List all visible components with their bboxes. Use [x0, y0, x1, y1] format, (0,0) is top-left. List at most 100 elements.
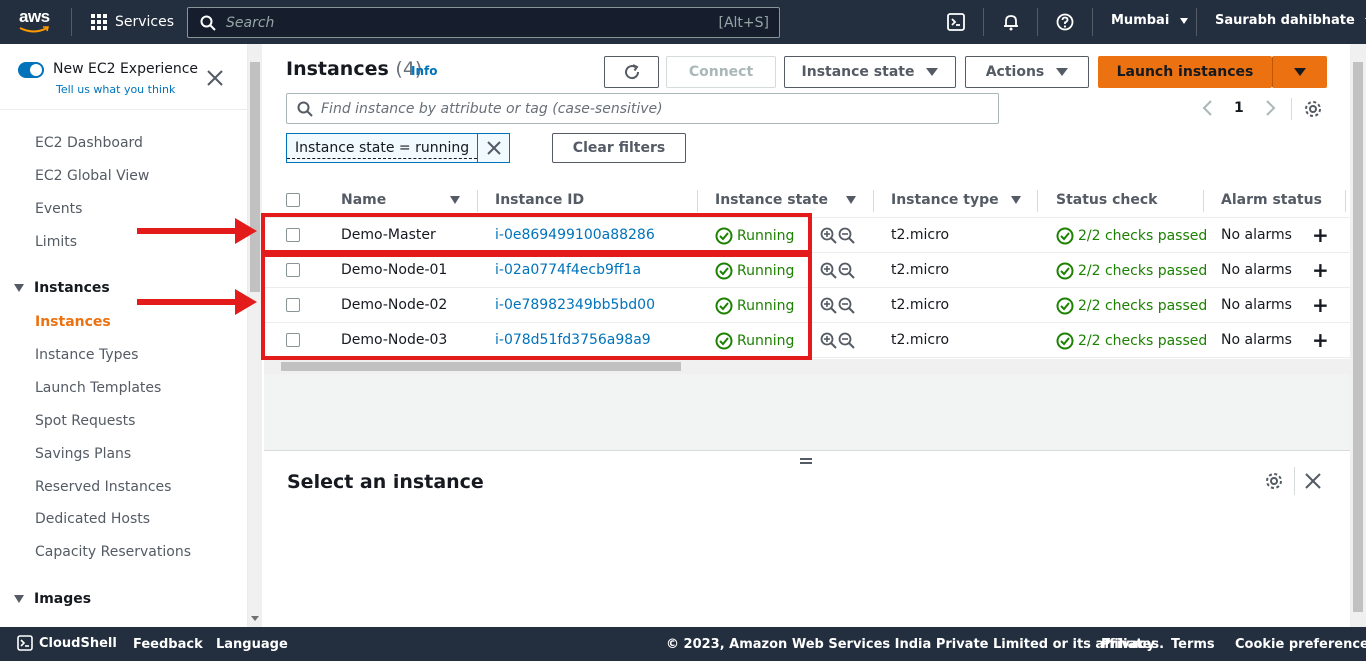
remove-filter-button[interactable]	[477, 134, 509, 162]
info-link[interactable]: Info	[411, 64, 437, 78]
select-all-checkbox[interactable]	[286, 193, 300, 207]
divider	[0, 109, 248, 110]
chevron-right-icon[interactable]	[1262, 98, 1278, 118]
scrollbar-thumb[interactable]	[1353, 62, 1363, 612]
status-check: 2/2 checks passed	[1056, 227, 1207, 245]
column-header-instance-type[interactable]: Instance type	[891, 192, 999, 208]
column-header-status-check[interactable]: Status check	[1056, 192, 1157, 208]
connect-button[interactable]: Connect	[666, 56, 776, 88]
sidebar-item-events[interactable]: Events	[35, 201, 82, 217]
launch-instances-button[interactable]: Launch instances	[1098, 56, 1272, 88]
column-header-instance-state[interactable]: Instance state	[715, 192, 828, 208]
add-alarm-icon[interactable]: +	[1312, 225, 1329, 245]
gear-icon[interactable]	[1303, 99, 1323, 119]
add-alarm-icon[interactable]: +	[1312, 260, 1329, 280]
sidebar-item-instances[interactable]: Instances	[35, 314, 111, 330]
help-icon[interactable]	[1054, 11, 1076, 33]
instance-state-label: Instance state	[801, 64, 915, 80]
language-link[interactable]: Language	[216, 637, 288, 652]
sidebar-item-limits[interactable]: Limits	[35, 234, 77, 250]
annotation-arrow-nodes	[137, 289, 257, 315]
sort-icon[interactable]	[1011, 196, 1021, 204]
zoom-out-icon[interactable]	[838, 227, 855, 244]
sidebar-item-spot-requests[interactable]: Spot Requests	[35, 413, 135, 429]
column-header-alarm-status[interactable]: Alarm status	[1221, 192, 1322, 208]
column-header-instance-id[interactable]: Instance ID	[495, 192, 584, 208]
scroll-down-icon[interactable]	[251, 616, 259, 621]
caret-down-icon	[14, 595, 24, 603]
add-alarm-icon[interactable]: +	[1312, 330, 1329, 350]
scrollbar-thumb[interactable]	[281, 362, 681, 371]
search-input[interactable]: Search [Alt+S]	[187, 7, 780, 38]
instance-type: t2.micro	[891, 297, 950, 313]
sidebar-section-images[interactable]: Images	[14, 591, 91, 607]
resize-handle-icon[interactable]	[800, 458, 812, 464]
sidebar-item-ec2-dashboard[interactable]: EC2 Dashboard	[35, 135, 143, 151]
close-icon[interactable]	[205, 68, 225, 88]
column-divider[interactable]	[1345, 190, 1346, 212]
annotation-box-master	[261, 213, 812, 254]
zoom-out-icon[interactable]	[838, 262, 855, 279]
sidebar-item-reserved-instances[interactable]: Reserved Instances	[35, 479, 171, 495]
filter-input[interactable]: Find instance by attribute or tag (case-…	[286, 93, 999, 124]
page-scrollbar[interactable]	[1350, 44, 1366, 627]
sidebar-scrollbar[interactable]	[248, 44, 262, 627]
gear-icon[interactable]	[1264, 471, 1284, 491]
sidebar-item-dedicated-hosts[interactable]: Dedicated Hosts	[35, 511, 150, 527]
split-panel-title: Select an instance	[287, 471, 484, 493]
privacy-link[interactable]: Privacy	[1101, 637, 1155, 652]
aws-logo[interactable]: aws	[19, 8, 55, 36]
user-menu[interactable]: Saurabh dahibhate	[1215, 13, 1366, 28]
status-label: 2/2 checks passed	[1078, 228, 1208, 244]
zoom-in-icon[interactable]	[820, 227, 837, 244]
zoom-in-icon[interactable]	[820, 262, 837, 279]
cloudshell-link[interactable]: CloudShell	[17, 635, 117, 651]
sidebar-item-launch-templates[interactable]: Launch Templates	[35, 380, 161, 396]
sort-icon[interactable]	[846, 196, 856, 204]
column-divider[interactable]	[697, 190, 698, 212]
zoom-in-icon[interactable]	[820, 332, 837, 349]
sidebar-item-instance-types[interactable]: Instance Types	[35, 347, 138, 363]
cookie-preferences-link[interactable]: Cookie preferences	[1235, 637, 1366, 652]
instance-state-dropdown[interactable]: Instance state	[784, 56, 956, 88]
column-divider[interactable]	[477, 190, 478, 212]
zoom-in-icon[interactable]	[820, 297, 837, 314]
top-navigation: aws Services Search [Alt+S] Mumbai Saura…	[0, 0, 1366, 44]
sort-icon[interactable]	[450, 196, 460, 204]
search-icon	[297, 101, 313, 117]
terms-link[interactable]: Terms	[1171, 637, 1215, 652]
region-selector[interactable]: Mumbai	[1111, 13, 1188, 28]
page-number[interactable]: 1	[1234, 100, 1244, 116]
status-check: 2/2 checks passed	[1056, 332, 1207, 350]
new-experience-toggle[interactable]	[18, 62, 44, 78]
add-alarm-icon[interactable]: +	[1312, 295, 1329, 315]
sidebar-item-savings-plans[interactable]: Savings Plans	[35, 446, 131, 462]
sidebar-section-instances[interactable]: Instances	[14, 280, 110, 296]
launch-dropdown-button[interactable]	[1272, 56, 1327, 88]
chevron-left-icon[interactable]	[1200, 98, 1216, 118]
actions-dropdown[interactable]: Actions	[965, 56, 1089, 88]
bell-icon[interactable]	[1000, 11, 1022, 33]
scrollbar-thumb[interactable]	[250, 62, 260, 292]
actions-label: Actions	[985, 64, 1045, 80]
caret-down-icon	[1056, 68, 1069, 76]
close-icon[interactable]	[1304, 472, 1322, 490]
feedback-link[interactable]: Feedback	[133, 637, 203, 652]
cloudshell-icon[interactable]	[945, 11, 967, 33]
refresh-button[interactable]	[604, 56, 659, 88]
status-label: 2/2 checks passed	[1078, 333, 1208, 349]
zoom-out-icon[interactable]	[838, 332, 855, 349]
zoom-out-icon[interactable]	[838, 297, 855, 314]
column-header-name[interactable]: Name	[341, 192, 386, 208]
sidebar-item-ec2-global-view[interactable]: EC2 Global View	[35, 168, 149, 184]
column-divider[interactable]	[1203, 190, 1204, 212]
column-divider[interactable]	[873, 190, 874, 212]
services-menu[interactable]: Services	[91, 11, 174, 33]
column-divider[interactable]	[1037, 190, 1038, 212]
clear-filters-button[interactable]: Clear filters	[552, 133, 686, 163]
filter-token-label[interactable]: Instance state = running	[287, 137, 478, 159]
tell-us-link[interactable]: Tell us what you think	[56, 83, 175, 96]
table-horizontal-scrollbar[interactable]	[264, 359, 1350, 374]
status-check: 2/2 checks passed	[1056, 297, 1207, 315]
sidebar-item-capacity-reservations[interactable]: Capacity Reservations	[35, 544, 191, 560]
